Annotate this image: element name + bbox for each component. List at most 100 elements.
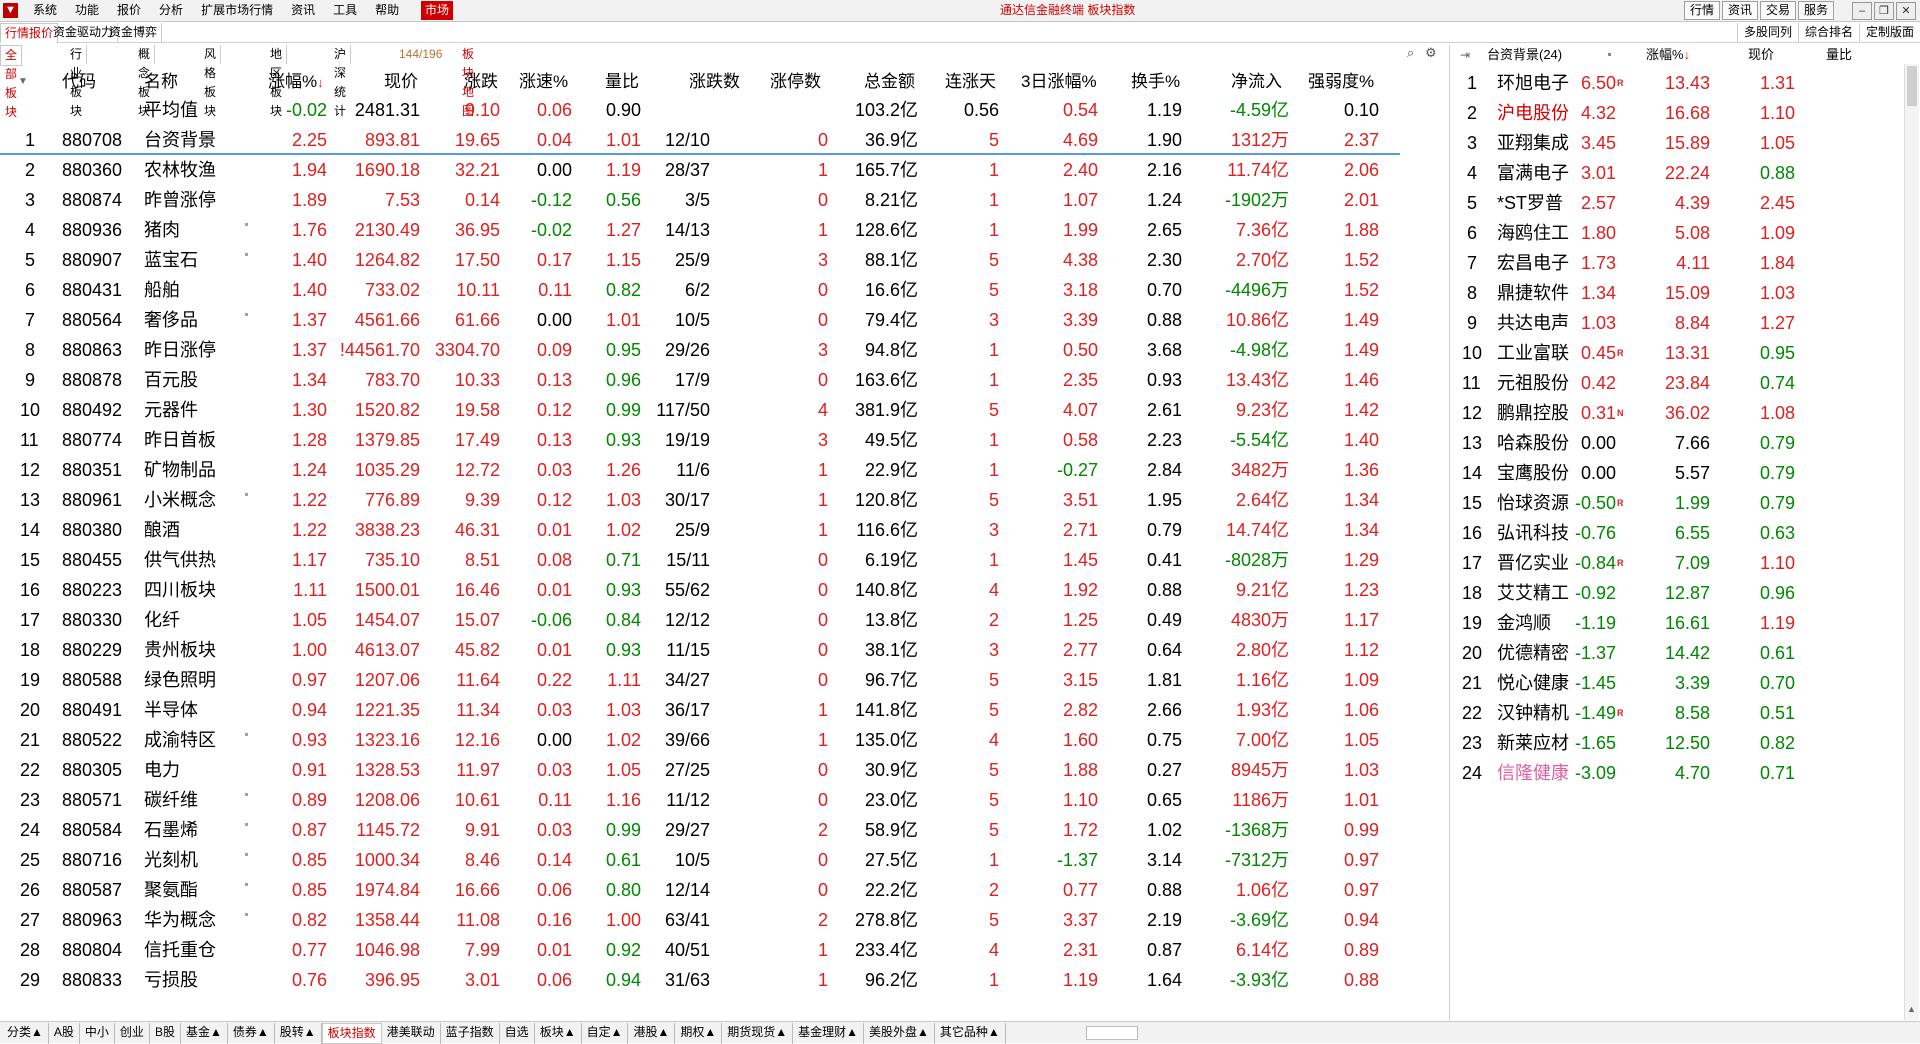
search-icon[interactable]: ⌕ xyxy=(1407,46,1421,60)
col-strength[interactable]: 强弱度% xyxy=(1308,68,1374,96)
bottom-tab[interactable]: 港股▲ xyxy=(628,1023,676,1044)
table-row[interactable]: 17 880330 化纤 1.05 1454.07 15.07 -0.06 0.84 12/12… xyxy=(0,605,1400,635)
col-turnover[interactable]: 换手% xyxy=(1131,68,1180,96)
layout-tab[interactable]: 综合排名 xyxy=(1797,23,1859,42)
close-icon[interactable]: ✕ xyxy=(1896,2,1916,20)
col-up-down[interactable]: 涨跌数 xyxy=(689,68,740,96)
bottom-tab[interactable]: 分类▲ xyxy=(2,1023,49,1044)
table-row[interactable]: 9 880878 百元股 1.34 783.70 10.33 0.13 0.96 17/9 0 16… xyxy=(0,365,1400,395)
bottom-tab[interactable]: 美股外盘▲ xyxy=(864,1023,935,1044)
menu-item[interactable]: 功能 xyxy=(66,0,108,21)
average-row[interactable]: 平均值 -0.02 2481.31 9.10 0.06 0.90 103.2亿 … xyxy=(0,95,1400,125)
col-3day[interactable]: 3日涨幅% xyxy=(1021,68,1097,96)
list-item[interactable]: 19 金鸿顺 -1.19 16.61 1.19 xyxy=(1452,608,1902,638)
sector-tab[interactable]: 概念板块 xyxy=(134,45,156,118)
table-row[interactable]: 13 880961 小米概念 1.22 776.89 9.39 0.12 1.03 30/17 1… xyxy=(0,485,1400,515)
table-row[interactable]: 18 880229 贵州板块 1.00 4613.07 45.82 0.01 0.93 11/1… xyxy=(0,635,1400,665)
app-logo-icon[interactable]: ▼ xyxy=(3,3,18,18)
list-item[interactable]: 24 信隆健康 -3.09 4.70 0.71 xyxy=(1452,758,1902,788)
bottom-tab[interactable]: 期货现货▲ xyxy=(722,1023,794,1044)
scroll-up-icon[interactable]: ▲ xyxy=(1907,1004,1917,1016)
bottom-tab[interactable]: 蓝子指数 xyxy=(441,1023,500,1044)
col-vol-ratio[interactable]: 量比 xyxy=(605,68,639,96)
col-speed[interactable]: 涨速% xyxy=(519,68,568,96)
menu-item[interactable]: 扩展市场行情 xyxy=(192,0,282,21)
col-code[interactable]: 代码 xyxy=(62,68,96,96)
bottom-tab[interactable]: 期权▲ xyxy=(675,1023,723,1044)
sector-tab[interactable]: 行业板块 xyxy=(66,45,88,118)
list-item[interactable]: 14 宝鹰股份 0.00 5.57 0.79 xyxy=(1452,458,1902,488)
side-scrollbar[interactable]: ▲ xyxy=(1904,64,1919,1020)
sector-tab[interactable]: 地区板块 xyxy=(266,45,288,118)
col-change[interactable]: 涨跌 xyxy=(464,68,498,96)
side-col-price[interactable]: 现价 xyxy=(1748,46,1774,64)
list-item[interactable]: 9 共达电声 1.03 8.84 1.27 xyxy=(1452,308,1902,338)
side-col-change-pct[interactable]: 涨幅%↓ xyxy=(1646,46,1690,64)
table-row[interactable]: 27 880963 华为概念 0.82 1358.44 11.08 0.16 1.00 63/4… xyxy=(0,905,1400,935)
horizontal-scrollbar[interactable] xyxy=(1086,1026,1138,1040)
bottom-tab[interactable]: 板块▲ xyxy=(535,1023,582,1044)
bottom-tab[interactable]: 基金▲ xyxy=(181,1023,228,1044)
bottom-tab[interactable]: 自定▲ xyxy=(582,1023,629,1044)
sector-tab[interactable]: 全部板块 xyxy=(0,45,23,119)
menu-item[interactable]: 帮助 xyxy=(366,0,408,21)
list-item[interactable]: 11 元祖股份 0.42 23.84 0.74 xyxy=(1452,368,1902,398)
bottom-tab[interactable]: 创业 xyxy=(115,1023,150,1044)
bottom-tab[interactable]: 基金理财▲ xyxy=(793,1023,865,1044)
table-row[interactable]: 21 880522 成渝特区 0.93 1323.16 12.16 0.00 1.02 39/6… xyxy=(0,725,1400,755)
list-item[interactable]: 3 亚翔集成 3.45 15.89 1.05 xyxy=(1452,128,1902,158)
scroll-thumb[interactable] xyxy=(1907,66,1917,106)
sector-tab[interactable]: 风格板块 xyxy=(200,45,222,118)
table-row[interactable]: 12 880351 矿物制品 1.24 1035.29 12.72 0.03 1.26 11/6… xyxy=(0,455,1400,485)
table-row[interactable]: 15 880455 供气供热 1.17 735.10 8.51 0.08 0.71 15/11 0… xyxy=(0,545,1400,575)
table-row[interactable]: 8 880863 昨日涨停 1.37 !44561.70 3304.70 0.09 0.95 2… xyxy=(0,335,1400,365)
sector-tab[interactable]: 沪深统计 xyxy=(330,45,352,118)
list-item[interactable]: 23 新莱应材 -1.65 12.50 0.82 xyxy=(1452,728,1902,758)
col-limit-up[interactable]: 涨停数 xyxy=(770,68,821,96)
bottom-tab[interactable]: 自选 xyxy=(500,1023,535,1044)
bottom-tab[interactable]: 中小 xyxy=(80,1023,115,1044)
top-right-button[interactable]: 交易 xyxy=(1759,1,1796,20)
restore-icon[interactable]: ❐ xyxy=(1874,2,1894,20)
top-right-button[interactable]: 行情 xyxy=(1683,1,1720,20)
bottom-tab[interactable]: 债券▲ xyxy=(228,1023,275,1044)
list-item[interactable]: 12 鹏鼎控股 N 0.31 36.02 1.08 xyxy=(1452,398,1902,428)
table-row[interactable]: 24 880584 石墨烯 0.87 1145.72 9.91 0.03 0.99 29/27 2… xyxy=(0,815,1400,845)
layout-tab[interactable]: 多股同列 xyxy=(1736,23,1798,42)
list-item[interactable]: 17 晋亿实业 R -0.84 7.09 1.10 xyxy=(1452,548,1902,578)
market-button[interactable]: 市场 xyxy=(421,1,453,20)
menu-item[interactable]: 资讯 xyxy=(282,0,324,21)
list-item[interactable]: 10 工业富联 R 0.45 13.31 0.95 xyxy=(1452,338,1902,368)
table-row[interactable]: 5 880907 蓝宝石 1.40 1264.82 17.50 0.17 1.15 25/9 3 8… xyxy=(0,245,1400,275)
top-right-button[interactable]: 资讯 xyxy=(1721,1,1758,20)
list-item[interactable]: 4 富满电子 3.01 22.24 0.88 xyxy=(1452,158,1902,188)
table-row[interactable]: 1 880708 台资背景 2.25 893.81 19.65 0.04 1.01 12/10 0… xyxy=(0,125,1400,155)
col-name[interactable]: 名称 xyxy=(144,68,178,96)
list-item[interactable]: 7 宏昌电子 1.73 4.11 1.84 xyxy=(1452,248,1902,278)
table-row[interactable]: 11 880774 昨日首板 1.28 1379.85 17.49 0.13 0.93 19/1… xyxy=(0,425,1400,455)
sector-map-link[interactable]: 板块地图 xyxy=(458,45,478,118)
list-item[interactable]: 20 优德精密 -1.37 14.42 0.61 xyxy=(1452,638,1902,668)
table-row[interactable]: 20 880491 半导体 0.94 1221.35 11.34 0.03 1.03 36/17… xyxy=(0,695,1400,725)
col-streak[interactable]: 连涨天 xyxy=(945,68,996,96)
gear-icon[interactable]: ⚙ xyxy=(1425,46,1439,60)
list-item[interactable]: 6 海鸥住工 1.80 5.08 1.09 xyxy=(1452,218,1902,248)
table-row[interactable]: 29 880833 亏损股 0.76 396.95 3.01 0.06 0.94 31/63 1 9… xyxy=(0,965,1400,995)
bottom-tab[interactable]: A股 xyxy=(49,1023,80,1044)
bottom-tab[interactable]: 股转▲ xyxy=(275,1023,322,1044)
menu-item[interactable]: 报价 xyxy=(108,0,150,21)
bottom-tab[interactable]: 港美联动 xyxy=(382,1023,441,1044)
pin-icon[interactable]: ⇥ xyxy=(1460,46,1470,64)
view-tab[interactable]: 资金博弈 xyxy=(105,23,163,42)
table-row[interactable]: 19 880588 绿色照明 0.97 1207.06 11.64 0.22 1.11 34/2… xyxy=(0,665,1400,695)
table-row[interactable]: 23 880571 碳纤维 0.89 1208.06 10.61 0.11 1.16 11/12… xyxy=(0,785,1400,815)
layout-tab[interactable]: 定制版面 xyxy=(1858,23,1920,42)
list-item[interactable]: 1 环旭电子 R 6.50 13.43 1.31 xyxy=(1452,68,1902,98)
list-item[interactable]: 16 弘讯科技 -0.76 6.55 0.63 xyxy=(1452,518,1902,548)
table-row[interactable]: 4 880936 猪肉 1.76 2130.49 36.95 -0.02 1.27 14/13 1… xyxy=(0,215,1400,245)
table-row[interactable]: 28 880804 信托重仓 0.77 1046.98 7.99 0.01 0.92 40/51… xyxy=(0,935,1400,965)
list-item[interactable]: 22 汉钟精机 R -1.49 8.58 0.51 xyxy=(1452,698,1902,728)
list-item[interactable]: 21 悦心健康 -1.45 3.39 0.70 xyxy=(1452,668,1902,698)
list-item[interactable]: 5 *ST罗普 2.57 4.39 2.45 xyxy=(1452,188,1902,218)
table-row[interactable]: 10 880492 元器件 1.30 1520.82 19.58 0.12 0.99 117/5… xyxy=(0,395,1400,425)
